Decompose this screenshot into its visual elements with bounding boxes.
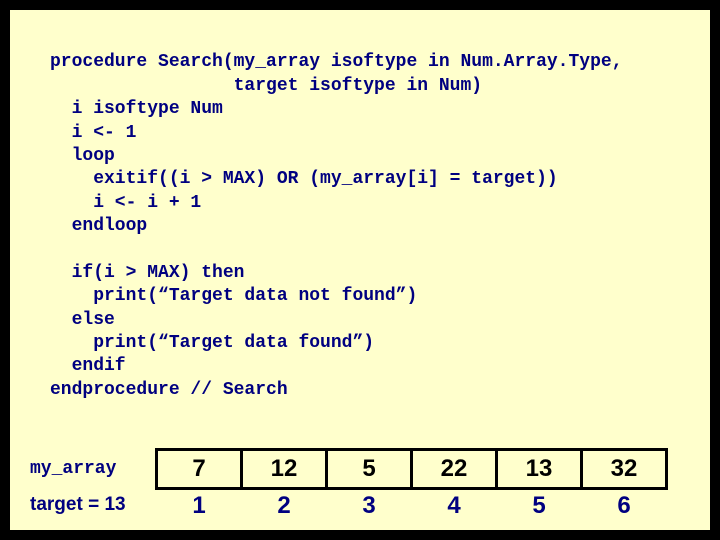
- code-line: i isoftype Num: [50, 99, 223, 119]
- array-row: my_array 7 12 5 22 13 32: [30, 448, 690, 490]
- code-line: print(“Target data not found”): [50, 286, 417, 306]
- target-label: target = 13: [30, 494, 155, 516]
- code-line: print(“Target data found”): [50, 333, 374, 353]
- code-line: loop: [50, 146, 115, 166]
- array-cell: 22: [410, 448, 498, 490]
- code-line: i <- i + 1: [50, 193, 201, 213]
- code-line: if(i > MAX) then: [50, 263, 244, 283]
- array-index: 3: [325, 492, 413, 520]
- array-cell: 32: [580, 448, 668, 490]
- code-line: endloop: [50, 216, 147, 236]
- array-cells: 7 12 5 22 13 32: [155, 448, 668, 490]
- code-line: i <- 1: [50, 123, 136, 143]
- slide-body: procedure Search(my_array isoftype in Nu…: [10, 10, 710, 530]
- code-line: exitif((i > MAX) OR (my_array[i] = targe…: [50, 169, 558, 189]
- array-cell: 13: [495, 448, 583, 490]
- pseudocode-block: procedure Search(my_array isoftype in Nu…: [50, 28, 690, 402]
- array-index: 6: [580, 492, 668, 520]
- array-cell: 5: [325, 448, 413, 490]
- array-index: 5: [495, 492, 583, 520]
- code-line: endprocedure // Search: [50, 380, 288, 400]
- slide-frame: procedure Search(my_array isoftype in Nu…: [0, 0, 720, 540]
- array-index: 1: [155, 492, 243, 520]
- array-cell: 12: [240, 448, 328, 490]
- code-line: else: [50, 310, 115, 330]
- code-line: endif: [50, 356, 126, 376]
- code-line: procedure Search(my_array isoftype in Nu…: [50, 52, 623, 72]
- array-label: my_array: [30, 459, 155, 479]
- array-index: 2: [240, 492, 328, 520]
- array-cell: 7: [155, 448, 243, 490]
- index-row: target = 13 1 2 3 4 5 6: [30, 490, 690, 520]
- code-line: target isoftype in Num): [50, 76, 482, 96]
- array-illustration: my_array 7 12 5 22 13 32 target = 13 1 2…: [30, 448, 690, 520]
- array-indices: 1 2 3 4 5 6: [155, 492, 668, 520]
- array-index: 4: [410, 492, 498, 520]
